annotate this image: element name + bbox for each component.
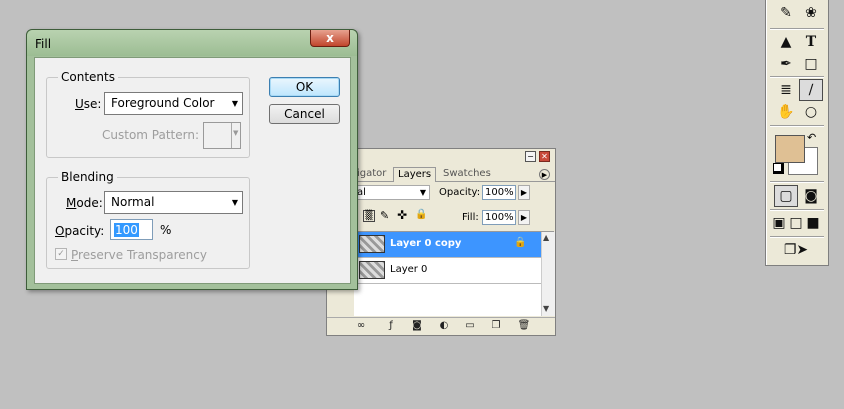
standard-mode-icon[interactable]: ▢ [774,185,798,207]
layer-thumbnail [359,235,385,253]
use-select[interactable]: Foreground Color ▼ [104,92,243,115]
layer-row[interactable]: Layer 0 [354,258,541,284]
eyedropper-tool-icon[interactable]: ∕ [799,79,823,101]
tab-layers[interactable]: Layers [393,167,437,182]
chevron-down-icon: ▼ [233,129,239,137]
quick-mask-icon[interactable]: ◙ [799,185,823,207]
tools-separator [770,209,824,211]
use-label: Use: [75,97,102,111]
scroll-up-icon[interactable]: ▲ [543,233,549,242]
layer-row[interactable]: Layer 0 copy 🔒 [354,232,541,258]
layer-fill-input[interactable]: 100% [482,210,516,225]
opacity-input-value: 100 [114,223,139,237]
opacity-unit: % [160,223,172,237]
lock-all-icon[interactable]: 🔒 [415,209,427,220]
chevron-down-icon: ▼ [419,188,426,197]
fill-dialog-titlebar[interactable]: Fill x [27,30,357,56]
minimize-icon[interactable]: − [525,151,536,162]
hand-tool-icon[interactable]: ✋ [774,101,798,123]
fill-label: Fill: [462,212,479,223]
blending-group-label: Blending [58,170,117,184]
tools-separator [770,76,824,78]
custom-pattern-label: Custom Pattern: [102,128,200,142]
screen-mode-standard-icon[interactable]: ▣ [770,212,788,234]
foreground-color-swatch[interactable] [775,135,805,163]
use-select-value: Foreground Color [111,96,215,110]
chevron-down-icon: ▼ [231,198,238,207]
link-layers-icon[interactable]: ∞ [354,320,368,332]
cancel-button[interactable]: Cancel [269,104,340,124]
screen-mode-full-icon[interactable]: ■ [804,212,822,234]
tools-separator [770,28,824,30]
shape-tool-icon[interactable]: □ [799,53,823,75]
new-group-icon[interactable]: ▭ [463,320,477,332]
chevron-down-icon: ▼ [231,99,238,108]
layer-thumbnail [359,261,385,279]
tools-palette: ✎ ❀ ▲ T ✒ □ ≣ ∕ ✋ ○ ↶ ▢ ◙ ▣ □ ■ ❐➤ [765,0,829,266]
palette-tabs: igator Layers Swatches [327,165,555,182]
fill-slider-arrow-icon[interactable]: ▶ [518,210,530,225]
close-button[interactable]: x [310,30,350,47]
ok-button[interactable]: OK [269,77,340,97]
layer-name: Layer 0 [390,264,428,275]
mode-select[interactable]: Normal ▼ [104,191,243,214]
layer-list: Layer 0 copy 🔒 Layer 0 ▲ ▼ [354,231,555,316]
notes-tool-icon[interactable]: ≣ [774,79,798,101]
type-tool-icon[interactable]: T [799,31,823,53]
custom-pattern-picker[interactable]: ▼ [203,122,241,149]
layers-titlebar[interactable]: − ✕ [327,149,555,164]
tab-navigator[interactable]: igator [353,167,390,181]
opacity-input[interactable]: 100 [110,219,153,240]
blend-mode-select[interactable]: al ▼ [354,185,430,200]
dialog-title: Fill [35,37,52,51]
lock-icon: 🔒 [514,237,527,248]
healing-brush-icon[interactable]: ✎ [774,2,798,24]
close-icon[interactable]: ✕ [539,151,550,162]
blend-mode-value: al [357,187,366,198]
layers-palette: − ✕ igator Layers Swatches ▶ al ▼ Opacit… [326,148,556,336]
mode-label: Mode: [66,196,103,210]
tools-separator [770,181,824,183]
opacity-slider-arrow-icon[interactable]: ▶ [518,185,530,200]
new-layer-icon[interactable]: ❐ [489,320,503,332]
preserve-transparency-label: Preserve Transparency [71,248,207,262]
default-colors-icon[interactable] [773,163,784,174]
pen-tool-icon[interactable]: ✒ [774,53,798,75]
lock-transparency-icon[interactable]: ▒ [363,210,375,222]
layer-style-icon[interactable]: ƒ [384,320,398,332]
lock-position-icon[interactable]: ✜ [397,208,407,222]
layer-opacity-input[interactable]: 100% [482,185,516,200]
layers-footer: ∞ ƒ ◙ ◐ ▭ ❐ 🗑 [327,317,555,336]
opacity-label: Opacity: [439,187,481,198]
contents-group-label: Contents [58,70,118,84]
mode-select-value: Normal [111,195,155,209]
zoom-tool-icon[interactable]: ○ [799,101,823,123]
swap-colors-icon[interactable]: ↶ [807,131,816,144]
palette-menu-icon[interactable]: ▶ [539,169,550,180]
preserve-transparency-checkbox[interactable]: ✓ [55,248,67,260]
scroll-down-icon[interactable]: ▼ [543,304,549,313]
fill-dialog-body: Contents Use: Foreground Color ▼ Custom … [34,57,351,284]
adjustment-layer-icon[interactable]: ◐ [437,320,451,332]
tab-swatches[interactable]: Swatches [439,167,495,181]
opacity-label: Opacity: [55,224,105,238]
pattern-divider [231,123,232,148]
delete-layer-icon[interactable]: 🗑 [517,320,531,332]
screen-mode-menu-icon[interactable]: □ [787,212,805,234]
tools-separator [770,236,824,238]
jump-to-imageready-icon[interactable]: ❐➤ [774,239,818,261]
fill-dialog: Fill x Contents Use: Foreground Color ▼ … [26,29,358,290]
lock-pixels-icon[interactable]: ✎ [380,209,389,222]
zoom-blur-icon[interactable]: ❀ [799,2,823,24]
layer-list-scrollbar[interactable]: ▲ ▼ [541,232,555,316]
add-mask-icon[interactable]: ◙ [410,320,424,332]
tools-separator [770,125,824,127]
path-selection-icon[interactable]: ▲ [774,31,798,53]
layer-name: Layer 0 copy [390,238,462,249]
